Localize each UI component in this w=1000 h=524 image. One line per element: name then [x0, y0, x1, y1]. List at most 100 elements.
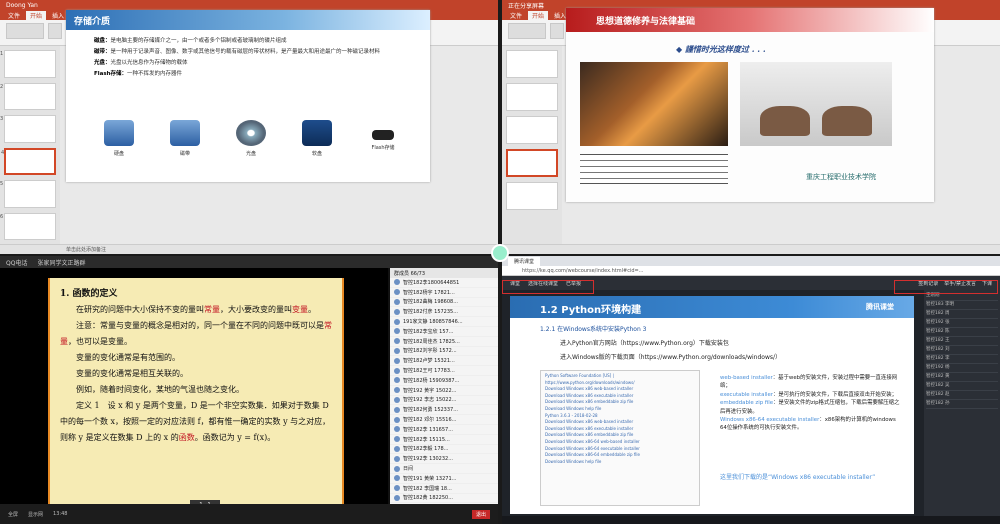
window-title: 正在分享屏幕: [508, 2, 545, 10]
control-item[interactable]: 13:48: [53, 511, 67, 517]
member-row[interactable]: 智控182刘宇彤 1572...: [390, 347, 498, 357]
member-row[interactable]: 智控192 李志 15022...: [390, 396, 498, 406]
member-row[interactable]: 智控182李1800644851: [390, 278, 498, 288]
member-name: 智控182李 131657...: [403, 426, 453, 433]
new-slide-button[interactable]: [48, 23, 62, 39]
member-row[interactable]: 智控182卢梦 15321...: [390, 356, 498, 367]
download-link: Download Windows help file: [545, 458, 602, 464]
member-row[interactable]: 智控182 李国瑞 18...: [390, 484, 498, 494]
member-row[interactable]: 智控191 黄荣 13271...: [390, 474, 498, 484]
ribbon-tab[interactable]: 文件: [8, 11, 20, 20]
avatar: [394, 377, 400, 384]
avatar: [394, 289, 400, 296]
student-row[interactable]: 智控182 吴: [926, 382, 998, 391]
student-row[interactable]: 智控182 李: [926, 355, 998, 364]
member-row[interactable]: 智控182杨宇 17821...: [390, 288, 498, 298]
icon-label: 硬盘: [113, 151, 124, 157]
term: Flash存储：: [94, 71, 128, 77]
student-row[interactable]: 智控182 周: [926, 310, 998, 319]
slide-thumb[interactable]: 6: [0, 212, 56, 241]
slide-thumb[interactable]: 2: [0, 82, 56, 110]
avatar: [394, 318, 400, 325]
slide-thumb[interactable]: 5: [0, 180, 56, 208]
slide-paragraph: 注意：常量与变量的概念是相对的，同一个量在不同的问题中既可以是常量，也可以是变量…: [60, 321, 332, 346]
exit-button[interactable]: 退出: [471, 509, 490, 519]
avatar: [394, 436, 400, 443]
ribbon-tab[interactable]: 开始: [528, 10, 549, 20]
slide-title: 1.2 Python环境构建: [540, 305, 642, 316]
member-row[interactable]: 智控182李 131657...: [390, 425, 498, 435]
student-row[interactable]: 智控183 李明: [926, 301, 998, 310]
slide-thumb[interactable]: 1: [0, 50, 56, 78]
member-row[interactable]: 智控182何勇 152337...: [390, 405, 498, 416]
member-row[interactable]: 智控182 邓尔 15516...: [390, 415, 498, 425]
slide-thumb[interactable]: [506, 182, 558, 210]
notes-bar[interactable]: [502, 244, 1000, 254]
icon-label: 磁带: [179, 151, 190, 157]
notes-bar[interactable]: 单击此处添加备注: [0, 244, 498, 254]
student-list: 王刚刚 智控183 李明 智控182 周智控192 张智控182 陈智控182 王智…: [924, 290, 1000, 516]
paste-button[interactable]: [6, 23, 44, 39]
cd-icon: [236, 120, 266, 146]
new-slide-button[interactable]: [550, 23, 564, 39]
annotation-line: embeddable zip file：是安装文件的zip格式压缩包，下载后需要…: [720, 399, 900, 416]
title-item: QQ电话: [6, 259, 28, 267]
slide-thumb[interactable]: 3: [0, 115, 56, 143]
student-row[interactable]: 智控182 陈: [926, 328, 998, 337]
control-item[interactable]: 全屏: [8, 511, 18, 518]
slide-paragraph: 定义 1 设 x 和 y 是两个变量，D 是一个非空实数集．如果对于数集 D 中…: [60, 401, 331, 442]
icon-label: Flash存储: [371, 145, 395, 151]
member-row[interactable]: 智控182李 15115...: [390, 435, 498, 445]
highlight-box: [894, 280, 998, 294]
student-row[interactable]: 智控182 黄: [926, 373, 998, 382]
avatar: [394, 347, 400, 354]
member-name: 智控182杨宇 17821...: [403, 289, 455, 296]
slide-thumb[interactable]: [506, 50, 558, 78]
annotation-term: embeddable zip file: [720, 400, 774, 407]
download-link: Download Windows x86-64 embeddable zip f…: [545, 452, 640, 458]
presenter-avatar[interactable]: [491, 244, 509, 262]
member-row[interactable]: 日间: [390, 464, 498, 474]
member-name: 智控191 黄荣 13271...: [403, 475, 457, 482]
student-row[interactable]: 智控192 张: [926, 319, 998, 328]
member-row[interactable]: 191家文静 180857846...: [390, 317, 498, 327]
member-row[interactable]: 智控182李毅 178...: [390, 445, 498, 455]
member-row[interactable]: 智控182杨 15909387...: [390, 376, 498, 386]
member-row[interactable]: 智控182王可 17783...: [390, 366, 498, 376]
member-row[interactable]: 智控182付彦 157235...: [390, 307, 498, 318]
member-row[interactable]: 智控192 黄宇 15022...: [390, 386, 498, 396]
slide-thumbnails: 1 2 3 4 5 6: [0, 46, 60, 244]
member-row[interactable]: 智控182曲梅 198608...: [390, 298, 498, 308]
slide-thumb[interactable]: [506, 83, 558, 111]
definition: 是一种用于记录声音、图像、数字或其他信号的载有磁层的带状材料，是产量最大和用途最…: [110, 49, 381, 55]
student-row[interactable]: 智控182 刘: [926, 346, 998, 355]
download-link: Download Windows x86-64 executable insta…: [545, 445, 640, 451]
control-item[interactable]: 显示网: [28, 511, 43, 518]
member-row[interactable]: 智控182周佳杰 17825...: [390, 337, 498, 347]
definition: 一种不挥发的内存器件: [127, 71, 183, 77]
student-row[interactable]: 智控182 王: [926, 337, 998, 346]
address-bar[interactable]: https://ke.qq.com/webcourse/index.html#c…: [502, 266, 1000, 276]
member-row[interactable]: 智控182李宝欣 157...: [390, 327, 498, 337]
slide-thumb[interactable]: [506, 116, 558, 144]
slide-thumb-selected[interactable]: [506, 149, 558, 177]
browser-tab[interactable]: 腾讯课堂: [508, 256, 541, 266]
ribbon-tab[interactable]: 开始: [26, 10, 47, 20]
student-row[interactable]: 智控182 孙: [926, 400, 998, 409]
avatar: [394, 396, 400, 403]
member-row[interactable]: 智控192李 130232...: [390, 454, 498, 465]
download-link: Download Windows x86 web-based installer: [545, 419, 634, 425]
avatar: [394, 308, 400, 315]
share-area: 1.2 Python环境构建 腾讯课堂 1.2.1 在Windows系统中安装P…: [502, 290, 924, 516]
download-link: Download Windows help file: [545, 405, 602, 411]
paste-button[interactable]: [508, 23, 546, 39]
member-row[interactable]: 智控182黄 182250...: [390, 494, 498, 504]
definition: 光盘以光信息作为存储物的载体: [110, 60, 188, 66]
student-row[interactable]: 智控192 杨: [926, 364, 998, 373]
ribbon-tab[interactable]: 插入: [52, 11, 64, 20]
student-row[interactable]: 智控182 赵: [926, 391, 998, 400]
slide-thumb-selected[interactable]: 4: [1, 147, 56, 176]
ribbon-tab[interactable]: 文件: [510, 11, 522, 20]
ribbon-tab[interactable]: 插入: [554, 11, 566, 20]
music-notes-image: [580, 154, 728, 184]
